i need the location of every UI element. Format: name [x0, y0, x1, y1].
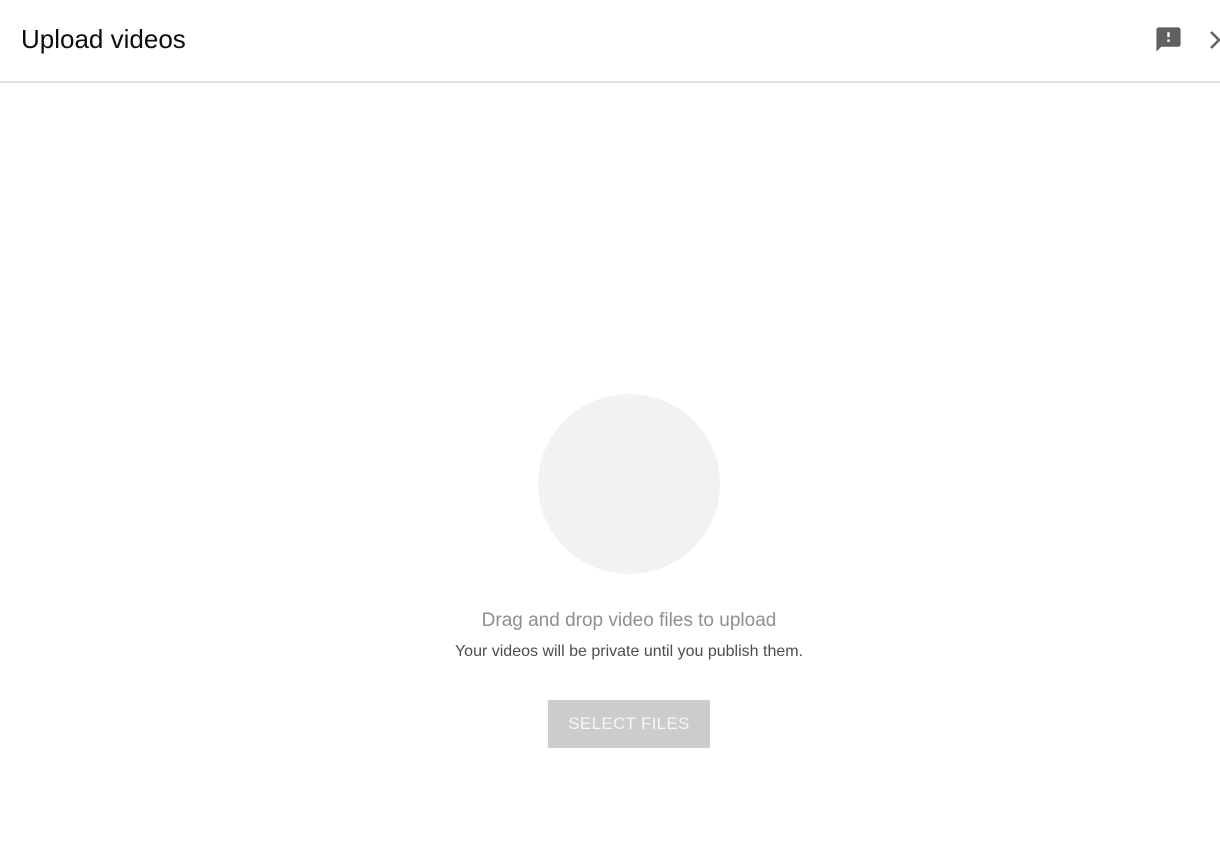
upload-dialog: Upload videos Drag and drop video files …	[0, 0, 1220, 864]
privacy-note: Your videos will be private until you pu…	[454, 643, 804, 660]
select-files-button[interactable]: SELECT FILES	[548, 700, 710, 748]
dialog-title: Upload videos	[21, 24, 186, 54]
dialog-header: Upload videos	[0, 0, 1220, 83]
close-icon[interactable]	[1204, 28, 1220, 52]
upload-circle-icon[interactable]	[538, 394, 720, 574]
drag-drop-label: Drag and drop video files to upload	[481, 610, 777, 631]
feedback-icon[interactable]	[1154, 25, 1183, 54]
